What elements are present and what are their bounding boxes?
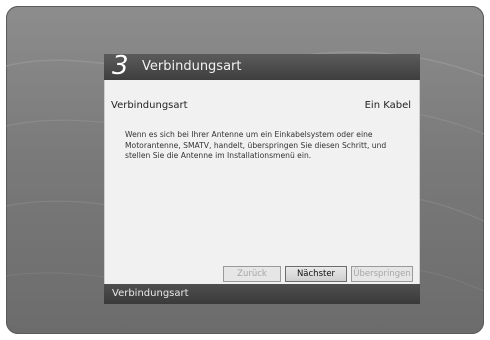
footer-label: Verbindungsart [112, 288, 189, 299]
dialog-body: Verbindungsart Ein Kabel Wenn es sich be… [104, 80, 420, 284]
dialog-footer: Verbindungsart [104, 284, 420, 304]
back-button[interactable]: Zurück [223, 266, 281, 282]
step-number: 3 [112, 51, 129, 81]
setting-label: Verbindungsart [111, 100, 188, 111]
skip-button[interactable]: Überspringen [351, 266, 413, 282]
dialog-title: Verbindungsart [142, 59, 242, 74]
setting-value[interactable]: Ein Kabel [365, 100, 411, 111]
info-text: Wenn es sich bei Ihrer Antenne um ein Ei… [125, 130, 387, 160]
dialog-header: 3 Verbindungsart [104, 51, 420, 81]
tv-screen: 3 Verbindungsart Verbindungsart Ein Kabe… [6, 6, 484, 334]
connection-type-dialog: 3 Verbindungsart Verbindungsart Ein Kabe… [104, 51, 420, 306]
next-button[interactable]: Nächster [285, 266, 347, 282]
